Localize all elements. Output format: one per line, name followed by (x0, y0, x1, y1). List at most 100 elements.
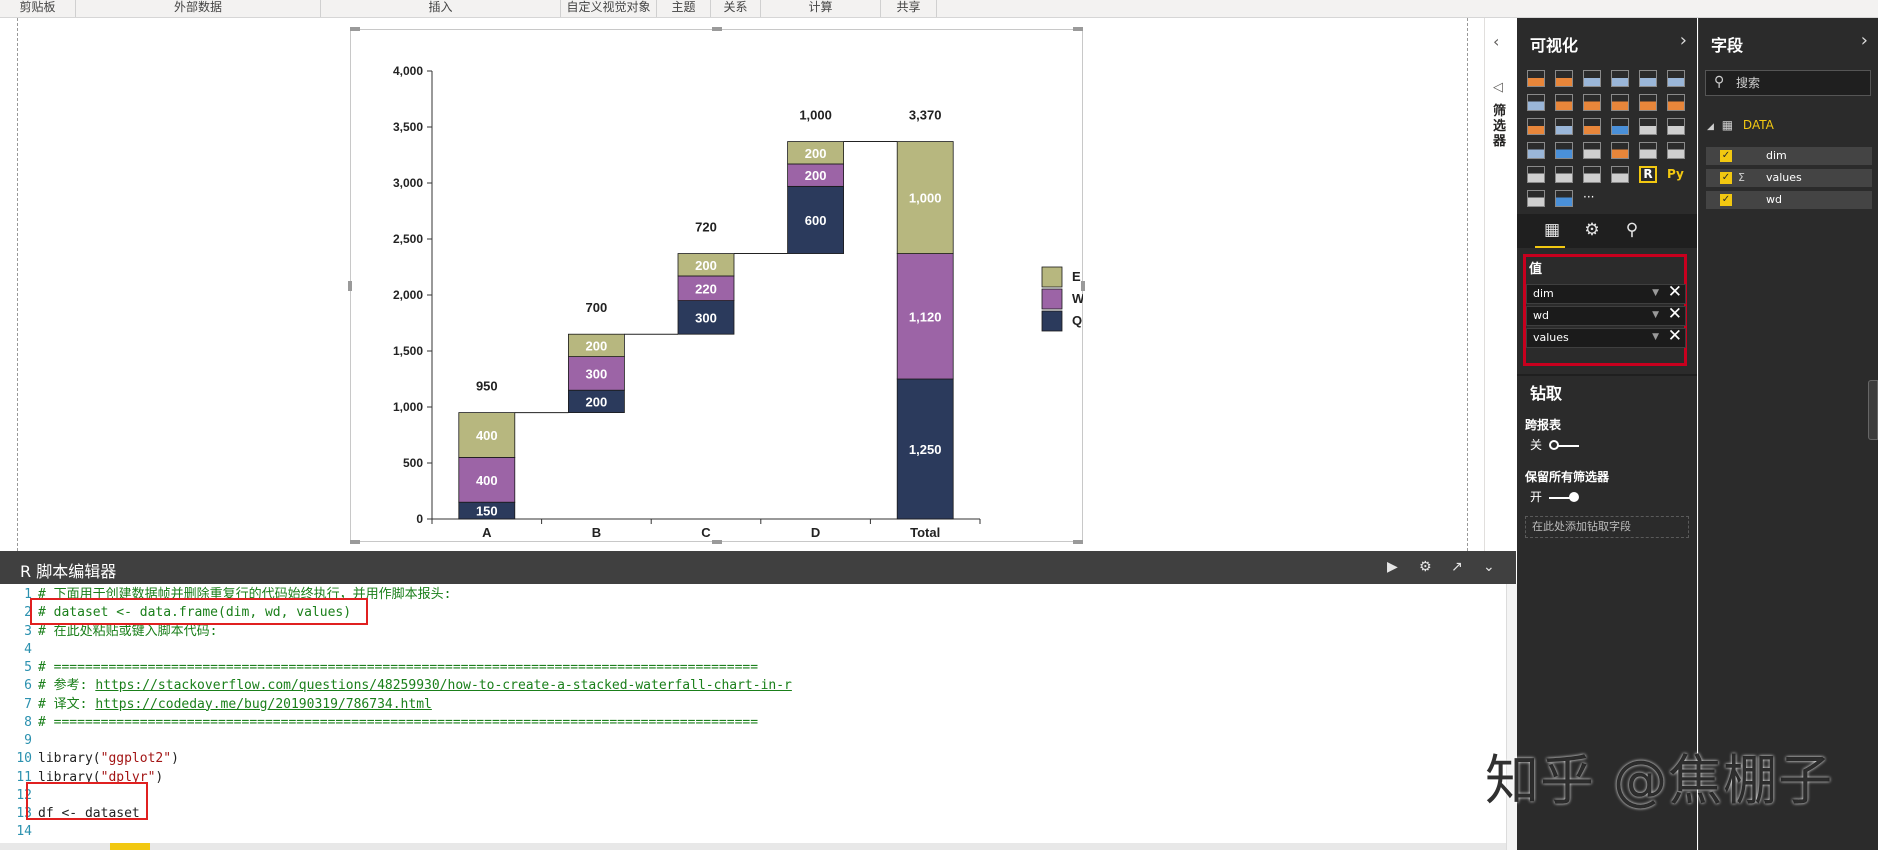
chevron-right-icon[interactable]: › (1680, 30, 1687, 51)
remove-field-icon[interactable]: ✕ (1668, 283, 1682, 301)
format-roller-icon[interactable]: ⚙ (1579, 220, 1605, 242)
expand-triangle-icon[interactable]: ◢ (1707, 122, 1714, 132)
field-item-wd[interactable]: ✓ wd (1706, 191, 1872, 209)
pane-resize-nub[interactable] (1868, 380, 1878, 440)
visual-type-icon[interactable] (1667, 142, 1685, 159)
visual-type-icon[interactable] (1555, 70, 1573, 87)
ribbon-group-relationships[interactable]: 关系 (711, 0, 761, 17)
visual-type-icon[interactable] (1667, 94, 1685, 111)
page-boundary-left (17, 18, 18, 551)
dropdown-arrow-icon[interactable]: ▼ (1652, 306, 1659, 324)
editor-title: R 脚本编辑器 (20, 562, 117, 581)
table-name: DATA (1742, 118, 1774, 132)
values-well-label: 值 (1529, 262, 1543, 277)
cross-report-toggle-row[interactable]: 关 (1530, 436, 1579, 453)
keep-filters-toggle[interactable] (1548, 491, 1579, 504)
table-node[interactable]: ◢ ▦ DATA (1707, 118, 1774, 132)
field-name: wd (1766, 193, 1782, 206)
segment-label: 220 (695, 281, 717, 296)
ribbon-group-themes[interactable]: 主题 (657, 0, 711, 17)
visual-type-icon[interactable] (1527, 94, 1545, 111)
fields-search-input[interactable] (1734, 73, 1868, 93)
segment-label: 200 (805, 146, 827, 161)
cross-report-state: 关 (1530, 438, 1543, 452)
report-canvas[interactable]: 0 500 1,000 1,500 2,000 2,500 3,000 3,500 4,000 A… (0, 18, 1516, 551)
visual-type-icon[interactable] (1555, 94, 1573, 111)
line-number: 4 (24, 641, 32, 657)
filters-pane-collapsed[interactable]: ‹ ◁ 筛选器 (1484, 18, 1517, 551)
r-visual-icon[interactable]: R (1639, 166, 1657, 183)
visual-type-icon[interactable] (1583, 142, 1601, 159)
fields-tab-icon[interactable]: ▦ (1539, 220, 1565, 242)
visual-type-icon[interactable] (1667, 70, 1685, 87)
visual-type-icon[interactable] (1555, 166, 1573, 183)
dropdown-arrow-icon[interactable]: ▼ (1652, 328, 1659, 346)
keep-filters-state: 开 (1530, 490, 1543, 504)
visual-type-icon[interactable] (1611, 166, 1629, 183)
field-item-dim[interactable]: ✓ dim (1706, 147, 1872, 165)
checkbox-checked-icon[interactable]: ✓ (1720, 150, 1732, 162)
visual-type-icon[interactable] (1611, 70, 1629, 87)
visual-type-icon[interactable] (1583, 70, 1601, 87)
visual-type-icon[interactable] (1611, 118, 1629, 135)
remove-field-icon[interactable]: ✕ (1668, 305, 1682, 323)
segment-label: 200 (586, 338, 608, 353)
field-item-values[interactable]: ✓ Σ values (1706, 169, 1872, 187)
chevron-left-icon[interactable]: ‹ (1493, 32, 1499, 51)
keep-filters-toggle-row[interactable]: 开 (1530, 488, 1579, 505)
editor-scrollbar-thumb[interactable] (110, 843, 150, 850)
visual-type-icon[interactable] (1527, 166, 1545, 183)
visual-type-icon[interactable] (1667, 118, 1685, 135)
fields-pane: 字段 › ⚲ ◢ ▦ DATA ✓ dim ✓ Σ values ✓ wd (1698, 18, 1878, 850)
visual-type-icon[interactable] (1583, 166, 1601, 183)
fields-search-box[interactable]: ⚲ (1705, 70, 1871, 96)
value-well-values[interactable]: values ▼ ✕ (1526, 327, 1686, 348)
ribbon-group-insert[interactable]: 插入 (321, 0, 561, 17)
chevron-right-icon[interactable]: › (1861, 30, 1868, 51)
visual-type-icon[interactable] (1527, 190, 1545, 207)
visual-type-icon[interactable] (1527, 70, 1545, 87)
code-link[interactable]: https://codeday.me/bug/20190319/786734.h… (95, 697, 432, 712)
more-visuals-icon[interactable]: ··· (1583, 190, 1601, 207)
visual-type-icon[interactable] (1611, 142, 1629, 159)
visual-type-icon[interactable] (1639, 142, 1657, 159)
visual-type-icon[interactable] (1583, 118, 1601, 135)
visual-type-icon[interactable] (1555, 190, 1573, 207)
ribbon-group-external-data[interactable]: 外部数据 (76, 0, 321, 17)
chevron-down-icon[interactable]: ⌄ (1483, 559, 1495, 575)
gear-icon[interactable]: ⚙ (1419, 559, 1432, 575)
remove-field-icon[interactable]: ✕ (1668, 327, 1682, 345)
editor-horizontal-scrollbar[interactable] (0, 843, 1506, 850)
cross-report-toggle[interactable] (1548, 439, 1579, 452)
dropdown-arrow-icon[interactable]: ▼ (1652, 284, 1659, 302)
python-visual-icon[interactable]: Py (1667, 166, 1689, 183)
value-well-dim[interactable]: dim ▼ ✕ (1526, 283, 1686, 304)
visual-type-icon[interactable] (1639, 94, 1657, 111)
visual-type-icon[interactable] (1527, 118, 1545, 135)
analytics-magnifier-icon[interactable]: ⚲ (1619, 220, 1645, 242)
ribbon-group-share[interactable]: 共享 (881, 0, 937, 17)
ribbon-group-clipboard[interactable]: 剪贴板 (0, 0, 76, 17)
value-well-wd[interactable]: wd ▼ ✕ (1526, 305, 1686, 326)
visual-type-icon[interactable] (1583, 94, 1601, 111)
checkbox-checked-icon[interactable]: ✓ (1720, 194, 1732, 206)
visual-type-icon[interactable] (1555, 142, 1573, 159)
code-link[interactable]: https://stackoverflow.com/questions/4825… (95, 678, 792, 693)
visual-type-icon[interactable] (1639, 118, 1657, 135)
visual-type-icon[interactable] (1555, 118, 1573, 135)
ribbon-group-calculations[interactable]: 计算 (761, 0, 881, 17)
open-external-icon[interactable]: ↗ (1451, 559, 1463, 575)
ribbon-group-custom-visuals[interactable]: 自定义视觉对象 (561, 0, 657, 17)
filters-label[interactable]: 筛选器 (1493, 104, 1509, 149)
visual-type-icon[interactable] (1527, 142, 1545, 159)
code-text: # 在此处粘贴或键入脚本代码: (38, 623, 218, 639)
checkbox-checked-icon[interactable]: ✓ (1720, 172, 1732, 184)
run-script-icon[interactable]: ▶ (1387, 559, 1398, 575)
drillthrough-title: 钻取 (1530, 384, 1563, 403)
visual-type-icon[interactable] (1639, 70, 1657, 87)
section-divider (1517, 374, 1697, 376)
drillthrough-drop-zone[interactable]: 在此处添加钻取字段 (1525, 516, 1689, 538)
visual-type-icon[interactable] (1611, 94, 1629, 111)
y-tick-label: 2,500 (393, 232, 423, 246)
x-tick-label: A (482, 525, 492, 540)
